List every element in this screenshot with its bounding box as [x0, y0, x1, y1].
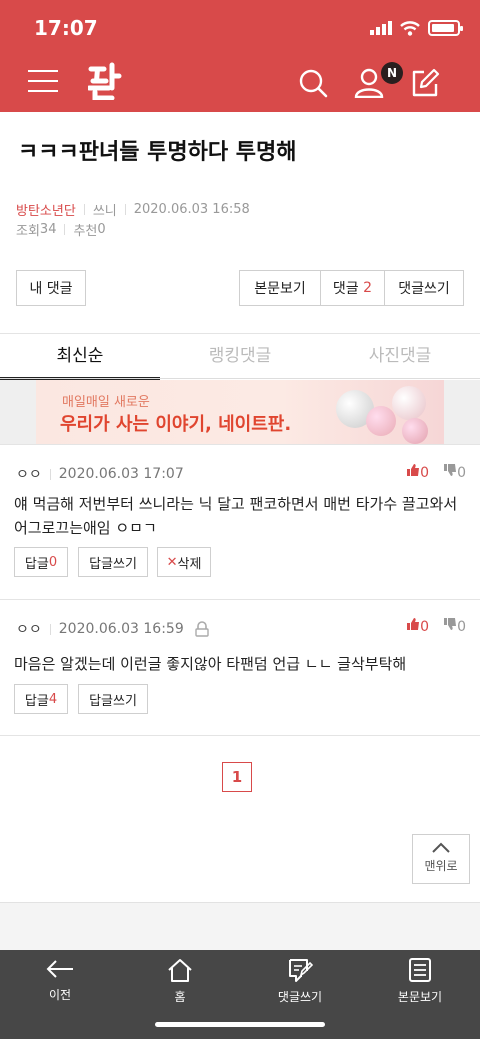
balloon-decoration [402, 418, 428, 444]
thumbs-down-icon [444, 464, 457, 476]
my-comments-button[interactable]: 내 댓글 [16, 270, 86, 306]
app-header: 17:07 N [0, 0, 480, 112]
views-count: 34 [39, 222, 57, 237]
signal-icon [370, 21, 392, 35]
comments-label: 댓글 [332, 281, 359, 297]
downvote-button[interactable]: 0 [443, 463, 466, 481]
thumbs-up-icon [407, 618, 420, 630]
delete-label: 삭제 [177, 556, 202, 572]
comment-datetime: 2020.06.03 17:07 [58, 466, 184, 482]
post-datetime: 2020.06.03 16:58 [133, 202, 250, 217]
reply-count: 4 [48, 691, 58, 707]
nav-prev[interactable]: 이전 [10, 958, 110, 1003]
home-icon [168, 959, 192, 982]
post-actions: 본문보기 댓글 2 댓글쓰기 [239, 270, 464, 306]
ad-banner[interactable]: 매일매일 새로운 우리가 사는 이야기, 네이트판. [0, 380, 480, 444]
to-top-button[interactable]: 맨위로 [412, 834, 470, 884]
reply-button[interactable]: 답글 4 [14, 684, 68, 714]
user-icon[interactable] [354, 68, 384, 98]
post-title: ㅋㅋㅋ판녀들 투명하다 투명해 [18, 140, 297, 165]
wifi-icon [400, 20, 420, 36]
thumbs-down-icon [444, 618, 457, 630]
recommend-count: 0 [97, 222, 106, 237]
banner-subtitle: 매일매일 새로운 [62, 395, 150, 410]
comment-edit-icon [289, 959, 313, 982]
upvote-button[interactable]: 0 [406, 617, 429, 635]
nav-prev-label: 이전 [48, 988, 72, 1002]
post-category[interactable]: 방탄소년단 [16, 200, 76, 219]
balloon-decoration [392, 386, 426, 420]
to-top-label: 맨위로 [424, 859, 458, 873]
close-icon: ✕ [166, 554, 178, 570]
comment-votes: 0 0 [406, 463, 466, 481]
write-icon[interactable] [410, 68, 440, 98]
write-comment-button[interactable]: 댓글쓰기 [384, 271, 463, 305]
search-icon[interactable] [298, 68, 328, 98]
upvote-button[interactable]: 0 [406, 463, 429, 481]
views-label: 조회 [16, 224, 40, 239]
post-stats: 조회 34 추천 0 [16, 220, 106, 239]
document-icon [409, 958, 431, 982]
nav-write-comment-label: 댓글쓰기 [277, 990, 323, 1004]
nav-write-comment[interactable]: 댓글쓰기 [250, 958, 350, 1005]
comment-header: ㅇㅇ 2020.06.03 16:59 [16, 619, 210, 639]
comment-datetime: 2020.06.03 16:59 [58, 621, 184, 637]
reply-count: 0 [48, 554, 58, 570]
notification-badge: N [381, 62, 403, 84]
back-arrow-icon [46, 960, 73, 978]
menu-icon[interactable] [28, 70, 58, 92]
comment-header: ㅇㅇ 2020.06.03 17:07 [16, 464, 184, 484]
status-icons [370, 20, 463, 36]
downvote-count: 0 [457, 465, 466, 481]
post-meta: 방탄소년단 쓰니 2020.06.03 16:58 [16, 200, 250, 219]
status-time: 17:07 [34, 16, 98, 40]
nav-view-post-label: 본문보기 [397, 990, 443, 1004]
footer-spacer [0, 902, 480, 950]
tab-ranking[interactable]: 랭킹댓글 [160, 334, 320, 380]
tab-latest[interactable]: 최신순 [0, 334, 160, 380]
reply-label: 답글 [24, 693, 49, 709]
nav-home[interactable]: 홈 [130, 958, 230, 1005]
comments-count: 2 [363, 280, 373, 296]
recommend-label: 추천 [73, 224, 98, 239]
reply-label: 답글 [24, 556, 49, 572]
upvote-count: 0 [420, 619, 430, 635]
comment-tabs: 최신순 랭킹댓글 사진댓글 [0, 334, 480, 380]
tab-photo[interactable]: 사진댓글 [320, 334, 480, 380]
post-author: 쓰니 [92, 204, 117, 219]
comments-button[interactable]: 댓글 2 [320, 271, 384, 305]
pann-logo[interactable] [88, 62, 128, 100]
lock-icon [195, 621, 209, 637]
banner-content: 매일매일 새로운 우리가 사는 이야기, 네이트판. [36, 380, 444, 444]
home-indicator[interactable] [155, 1022, 325, 1027]
comment-body: 얘 먹금해 저번부터 쓰니라는 닉 달고 팬코하면서 매번 타가수 끌고와서 어… [14, 495, 458, 537]
comment-body: 마음은 알겠는데 이런글 좋지않아 타팬덤 언급 ㄴㄴ 글삭부탁해 [14, 655, 407, 673]
write-reply-button[interactable]: 답글쓰기 [78, 547, 148, 577]
nav-view-post[interactable]: 본문보기 [370, 958, 470, 1005]
write-reply-button[interactable]: 답글쓰기 [78, 684, 148, 714]
balloon-decoration [366, 406, 396, 436]
comment-votes: 0 0 [406, 617, 466, 635]
upvote-count: 0 [420, 465, 430, 481]
reply-button[interactable]: 답글 0 [14, 547, 68, 577]
delete-button[interactable]: ✕ 삭제 [157, 547, 211, 577]
tab-divider [0, 378, 480, 379]
view-post-button[interactable]: 본문보기 [240, 271, 320, 305]
battery-icon [428, 20, 463, 36]
divider [0, 735, 480, 736]
chevron-up-icon [432, 842, 450, 853]
thumbs-up-icon [407, 464, 420, 476]
page-1-button[interactable]: 1 [222, 762, 252, 792]
comment-nick: ㅇㅇ [16, 467, 42, 483]
nav-home-label: 홈 [174, 990, 186, 1004]
divider [0, 444, 480, 445]
banner-title: 우리가 사는 이야기, 네이트판. [60, 414, 292, 435]
divider [0, 599, 480, 600]
comment-nick: ㅇㅇ [16, 622, 42, 638]
downvote-button[interactable]: 0 [443, 617, 466, 635]
downvote-count: 0 [457, 619, 466, 635]
